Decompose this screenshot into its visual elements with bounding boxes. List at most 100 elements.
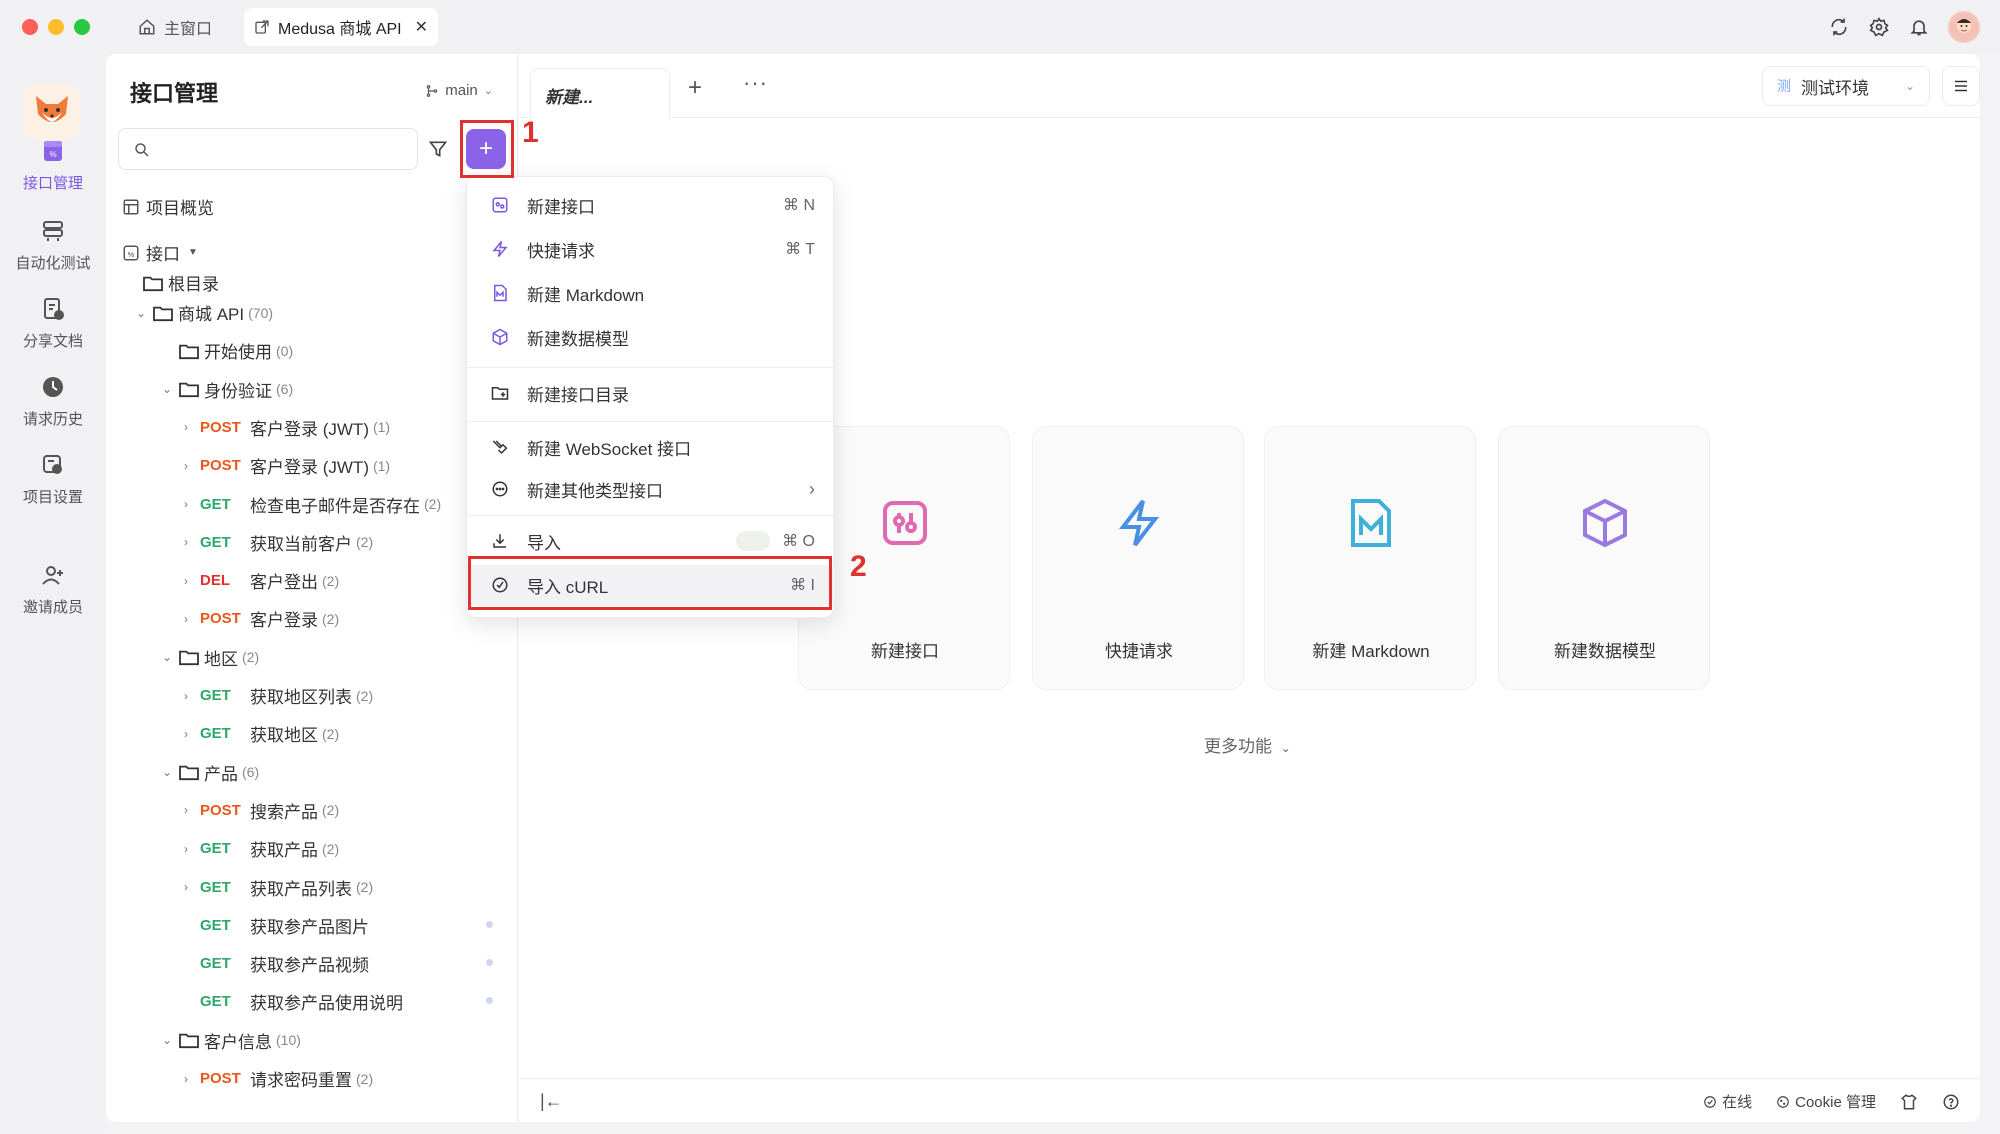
tree-item-label: 获取当前客户 (250, 534, 352, 554)
folder-icon (179, 382, 199, 398)
tree-api-item[interactable]: › POST 客户登录 (JWT) (1) (184, 453, 390, 478)
http-method-badge: POST (200, 457, 241, 475)
menu-item-new-websocket[interactable]: 新建 WebSocket 接口 (467, 427, 835, 467)
help-icon[interactable] (1942, 1093, 1960, 1111)
shirt-icon[interactable] (1900, 1093, 1918, 1111)
maximize-window-button[interactable] (74, 19, 90, 35)
tree-api-item[interactable]: › GET 获取产品列表 (2) (184, 875, 373, 900)
tree-api-item[interactable]: › GET 获取地区列表 (2) (184, 683, 373, 708)
chevron-right-icon: › (809, 478, 815, 499)
chevron-right-icon[interactable]: › (184, 612, 200, 626)
nav-automation[interactable]: 自动化测试 (0, 218, 106, 273)
tree-api-item[interactable]: › GET 获取产品 (2) (184, 836, 339, 861)
sync-icon[interactable] (1828, 16, 1850, 38)
folder-icon (179, 650, 199, 666)
tree-api-item[interactable]: › POST 客户登录 (2) (184, 606, 339, 631)
chevron-down-icon[interactable]: ⌄ (162, 1033, 178, 1047)
nav-invite-members[interactable]: 邀请成员 (0, 562, 106, 617)
tree-folder[interactable]: 开始使用 (0) (162, 338, 293, 363)
chevron-right-icon[interactable]: › (184, 689, 200, 703)
project-overview[interactable]: 项目概览 (122, 194, 214, 219)
menu-item-quick-request[interactable]: 快捷请求 ⌘ T (467, 229, 835, 269)
environment-selector[interactable]: 测 测试环境 ⌄ (1762, 66, 1930, 106)
chevron-right-icon[interactable]: › (184, 880, 200, 894)
user-avatar[interactable] (1948, 11, 1980, 43)
tree-api-item[interactable]: GET 获取参产品使用说明 (184, 989, 403, 1014)
tree-api-item[interactable]: › GET 获取当前客户 (2) (184, 530, 373, 555)
menu-item-import[interactable]: 导入 ⌘ O (467, 521, 835, 561)
gear-icon[interactable] (1868, 16, 1890, 38)
nav-share-docs[interactable]: 分享文档 (0, 296, 106, 351)
tree-api-item[interactable]: › POST 客户登录 (JWT) (1) (184, 415, 390, 440)
chevron-down-icon[interactable]: ⌄ (162, 650, 178, 664)
add-tab-button[interactable]: + (688, 74, 702, 102)
tab-home[interactable]: 主窗口 (138, 12, 212, 42)
tree-item-label: 获取参产品图片 (250, 917, 369, 937)
tree-api-item[interactable]: › POST 搜索产品 (2) (184, 798, 339, 823)
menu-item-new-api-folder[interactable]: 新建接口目录 (467, 373, 835, 413)
tree-folder[interactable]: ⌄ 商城 API (70) (136, 300, 273, 325)
tree-api-item[interactable]: GET 获取参产品图片 (184, 913, 369, 938)
branch-selector[interactable]: main ⌄ (425, 82, 493, 99)
tree-folder[interactable]: ⌄ 产品 (6) (162, 760, 259, 785)
chevron-right-icon[interactable]: › (184, 803, 200, 817)
add-dropdown-menu: 新建接口 ⌘ N 快捷请求 ⌘ T 新建 Markdown 新建数据模型 新建接… (466, 176, 835, 618)
more-features-button[interactable]: 更多功能 ⌄ (1204, 732, 1291, 757)
close-icon[interactable]: ✕ (415, 17, 428, 37)
markdown-icon (1351, 499, 1391, 547)
tree-api-item[interactable]: GET 获取参产品视频 (184, 951, 369, 976)
collapse-sidebar-icon[interactable]: |← (540, 1091, 563, 1112)
tree-api-item[interactable]: › DEL 客户登出 (2) (184, 568, 339, 593)
root-folder[interactable]: 根目录 (142, 270, 219, 295)
nav-request-history[interactable]: 请求历史 (0, 374, 106, 429)
new-api-icon (883, 501, 927, 545)
tree-api-item[interactable]: › GET 获取地区 (2) (184, 721, 339, 746)
chevron-right-icon[interactable]: › (184, 574, 200, 588)
http-method-badge: GET (200, 993, 231, 1011)
tree-item-label: 获取地区 (250, 726, 318, 746)
menu-item-new-markdown[interactable]: 新建 Markdown (467, 273, 835, 313)
tree-folder[interactable]: ⌄ 地区 (2) (162, 645, 259, 670)
chevron-right-icon[interactable]: › (184, 459, 200, 473)
menu-icon (1955, 80, 1967, 92)
item-count: (2) (356, 534, 374, 551)
more-tabs-button[interactable]: ··· (743, 70, 768, 96)
card-quick-request[interactable]: 快捷请求 (1032, 426, 1244, 690)
card-new-data-model[interactable]: 新建数据模型 (1498, 426, 1710, 690)
chevron-right-icon[interactable]: › (184, 727, 200, 741)
chevron-right-icon[interactable]: › (184, 1072, 200, 1086)
chevron-down-icon[interactable]: ⌄ (162, 382, 178, 396)
search-icon (135, 143, 149, 157)
minimize-window-button[interactable] (48, 19, 64, 35)
chevron-down-icon[interactable]: ⌄ (162, 765, 178, 779)
menu-item-new-api[interactable]: 新建接口 ⌘ N (467, 185, 835, 225)
hamburger-menu-button[interactable] (1942, 66, 1980, 106)
filter-button[interactable] (418, 128, 458, 170)
chevron-right-icon[interactable]: › (184, 535, 200, 549)
chevron-right-icon[interactable]: › (184, 842, 200, 856)
search-input[interactable] (118, 128, 418, 170)
unsaved-dot (486, 920, 493, 928)
online-status[interactable]: 在线 (1703, 1091, 1752, 1112)
tab-project[interactable]: Medusa 商城 API ✕ (244, 8, 438, 46)
nav-api-management[interactable]: % 接口管理 (0, 138, 106, 193)
tree-api-item[interactable]: › GET 检查电子邮件是否存在 (2) (184, 492, 441, 517)
close-window-button[interactable] (22, 19, 38, 35)
tree-folder[interactable]: ⌄ 身份验证 (6) (162, 377, 293, 402)
tab-new-document[interactable]: 新建... (530, 68, 670, 118)
api-section-header[interactable]: % 接口 ▼ (122, 240, 198, 265)
tree-api-item[interactable]: › POST 请求密码重置 (2) (184, 1066, 373, 1091)
tree-folder[interactable]: ⌄ 客户信息 (10) (162, 1028, 301, 1053)
nav-label: 邀请成员 (22, 599, 83, 616)
bell-icon[interactable] (1908, 16, 1930, 38)
chevron-down-icon: ⌄ (483, 85, 493, 97)
tree-item-label: 客户登出 (250, 573, 318, 593)
chevron-right-icon[interactable]: › (184, 497, 200, 511)
menu-item-other-api-types[interactable]: 新建其他类型接口 › (467, 469, 835, 509)
menu-item-new-data-model[interactable]: 新建数据模型 (467, 317, 835, 357)
card-new-markdown[interactable]: 新建 Markdown (1264, 426, 1476, 690)
nav-project-settings[interactable]: 项目设置 (0, 452, 106, 507)
cookie-manager-button[interactable]: Cookie 管理 (1776, 1091, 1876, 1112)
chevron-down-icon[interactable]: ⌄ (136, 306, 152, 320)
chevron-right-icon[interactable]: › (184, 420, 200, 434)
